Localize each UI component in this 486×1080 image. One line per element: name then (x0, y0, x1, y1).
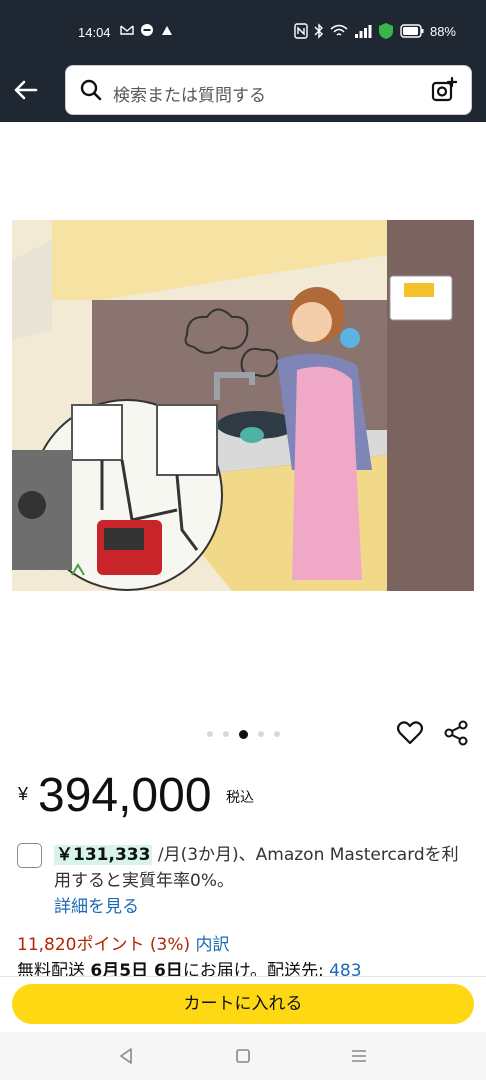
bluetooth-icon (314, 23, 323, 39)
points-breakdown-link[interactable]: 内訳 (196, 935, 230, 955)
points-text: 11,820ポイント (3%) (17, 935, 196, 955)
installment-amount: ￥131,333 (54, 845, 153, 865)
nav-menu-icon[interactable] (347, 1044, 371, 1068)
app-header: 検索または質問する (0, 62, 486, 122)
status-bar: 14:04 88% (0, 0, 486, 62)
search-input[interactable]: 検索または質問する (65, 65, 472, 115)
add-to-cart-button[interactable]: カートに入れる (12, 984, 474, 1024)
status-system-icons: 88% (294, 22, 456, 40)
price-currency: ¥ (18, 784, 29, 804)
product-image[interactable] (12, 220, 474, 591)
nav-home-icon[interactable] (231, 1044, 255, 1068)
carousel-dot[interactable] (257, 731, 264, 737)
camera-lens-icon[interactable] (431, 77, 457, 103)
installment-details-link[interactable]: 詳細を見る (54, 897, 139, 917)
installment-info: ￥131,333 /月(3か月)、Amazon Mastercardを利用すると… (54, 842, 474, 920)
delivery-middle: にお届け。配送先: (182, 962, 330, 976)
delivery-info: 無料配送 6月5日 6日にお届け。配送先: 483 (17, 962, 477, 976)
installment-checkbox[interactable] (17, 843, 42, 868)
carousel-dot[interactable] (206, 731, 213, 737)
delivery-date: 6月5日 6日 (90, 962, 183, 976)
back-arrow-icon[interactable] (12, 76, 40, 104)
search-icon (80, 79, 102, 101)
nav-back-icon[interactable] (114, 1044, 138, 1068)
do-not-disturb-icon (141, 24, 153, 36)
mail-notification-icon (120, 25, 134, 35)
heart-icon[interactable] (397, 720, 423, 746)
status-notification-icons (120, 23, 174, 37)
system-nav-bar (0, 1032, 486, 1080)
wifi-icon (330, 24, 348, 36)
app-notification-icon (162, 26, 172, 35)
search-placeholder: 検索または質問する (113, 86, 266, 106)
carousel-dot[interactable] (273, 731, 280, 737)
product-illustration (12, 220, 474, 591)
signal-icon (354, 25, 372, 38)
delivery-prefix: 無料配送 (17, 962, 91, 976)
points-info: 11,820ポイント (3%) 内訳 (17, 930, 230, 955)
security-shield-icon (378, 23, 393, 39)
carousel-dot[interactable] (222, 731, 229, 737)
delivery-address-link[interactable]: 483 (329, 962, 361, 976)
share-icon[interactable] (443, 720, 469, 746)
battery-icon (400, 24, 424, 38)
cart-bar: カートに入れる (0, 976, 486, 1032)
battery-percentage: 88% (429, 23, 456, 39)
carousel-dot-active[interactable] (238, 729, 248, 739)
tax-label: 税込 (226, 790, 254, 806)
price-value: 394,000 (38, 769, 212, 822)
nfc-icon (294, 23, 308, 39)
status-time: 14:04 (78, 25, 111, 40)
